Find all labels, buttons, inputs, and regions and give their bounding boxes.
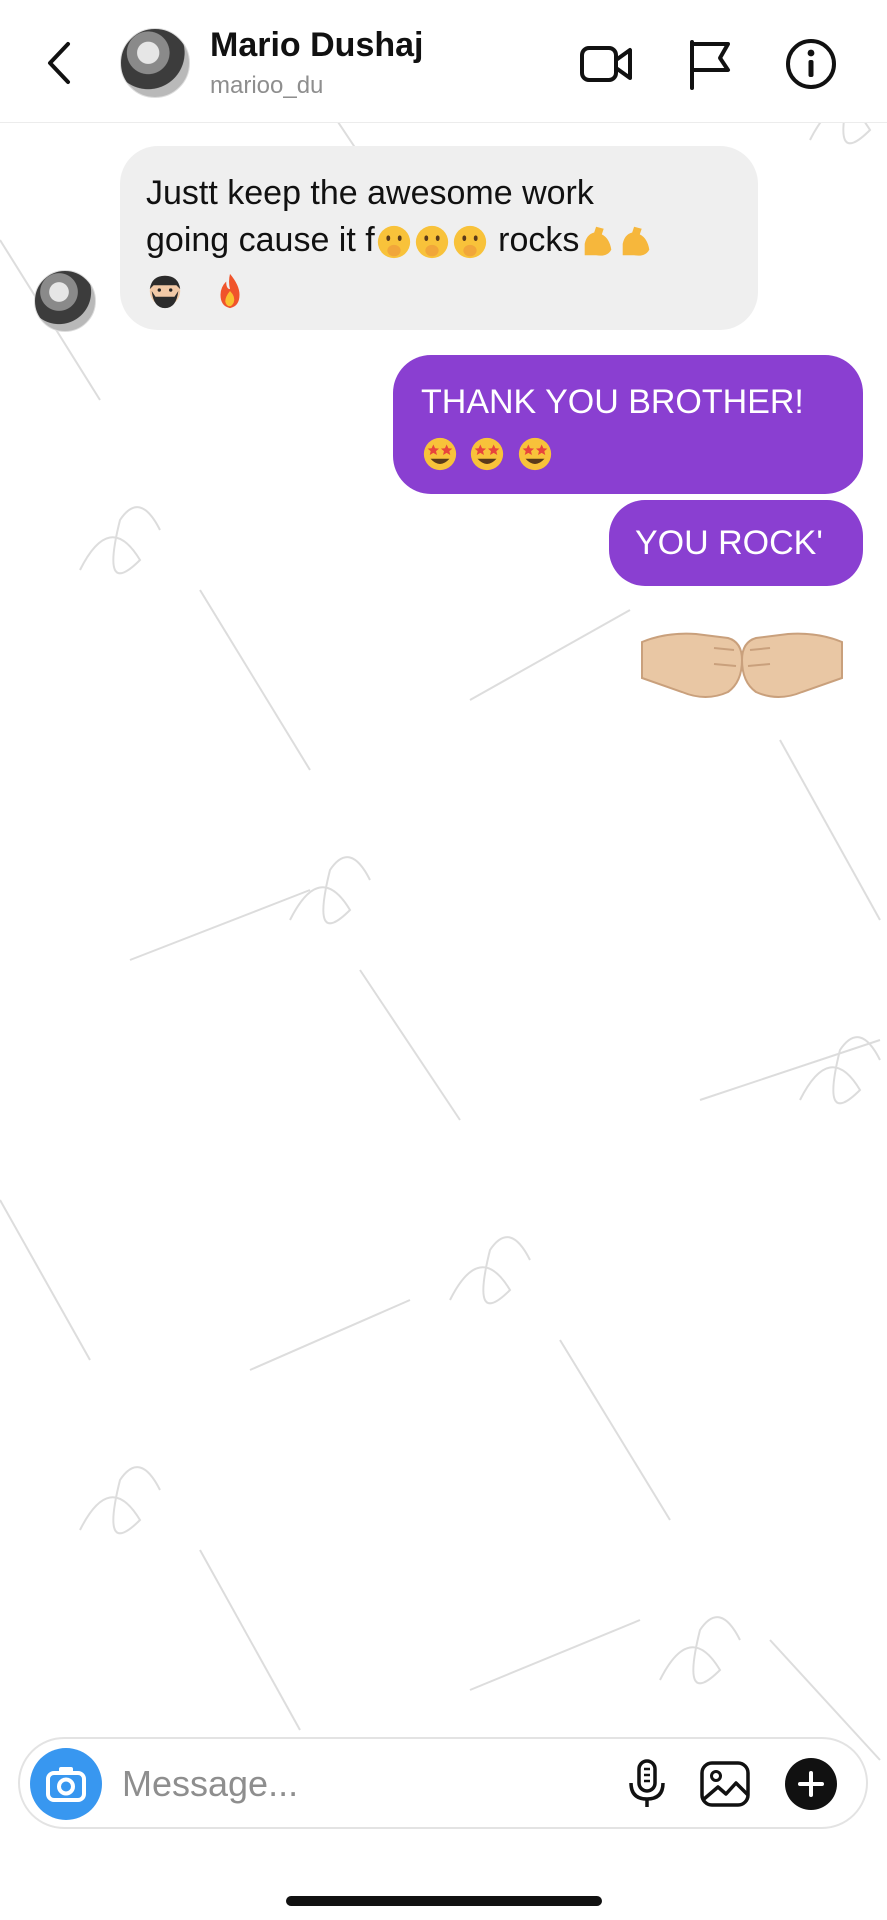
report-button[interactable] <box>682 36 738 92</box>
camera-button[interactable] <box>30 1748 102 1820</box>
flexed-biceps-icon <box>579 223 617 261</box>
chevron-left-icon <box>48 42 70 84</box>
shushing-face-icon <box>451 223 489 261</box>
contact-username: marioo_du <box>210 72 324 99</box>
video-call-icon <box>580 46 632 82</box>
fist-bump-icon[interactable] <box>636 620 848 710</box>
outgoing-message-bubble-2[interactable]: YOU ROCK' <box>609 500 863 586</box>
gallery-button[interactable] <box>696 1755 754 1813</box>
contact-name[interactable]: Mario Dushaj <box>210 26 423 65</box>
fire-icon <box>211 272 249 310</box>
outgoing-message-text-2: YOU ROCK' <box>635 524 823 562</box>
plus-icon <box>785 1758 837 1810</box>
message-input[interactable] <box>120 1755 604 1813</box>
outgoing-message-text: THANK YOU BROTHER! <box>421 383 804 421</box>
incoming-emoji-row <box>146 266 732 313</box>
voice-message-button[interactable] <box>618 1755 676 1813</box>
incoming-line-1: Justt keep the awesome work <box>146 174 594 212</box>
incoming-message-text: Justt keep the awesome work going cause … <box>146 170 732 313</box>
more-options-button[interactable] <box>782 1755 840 1813</box>
message-composer <box>18 1737 868 1829</box>
sender-avatar[interactable] <box>34 270 96 332</box>
camera-icon <box>46 1767 86 1802</box>
outgoing-message-bubble[interactable]: THANK YOU BROTHER! <box>393 355 863 494</box>
microphone-icon <box>629 1759 665 1807</box>
contact-avatar[interactable] <box>120 28 190 98</box>
star-struck-icon <box>468 435 506 473</box>
star-struck-icon <box>516 435 554 473</box>
shushing-face-icon <box>375 223 413 261</box>
incoming-message-bubble[interactable]: Justt keep the awesome work going cause … <box>120 146 758 330</box>
star-struck-icon <box>421 435 459 473</box>
back-button[interactable] <box>40 38 80 88</box>
video-call-button[interactable] <box>578 36 634 92</box>
bearded-man-icon <box>146 272 184 310</box>
flag-icon <box>690 40 730 90</box>
outgoing-emoji-row <box>421 427 835 477</box>
info-icon <box>786 39 836 89</box>
info-button[interactable] <box>783 36 839 92</box>
incoming-line-2a: going cause it f <box>146 221 375 259</box>
shushing-face-icon <box>413 223 451 261</box>
gallery-icon <box>700 1761 750 1807</box>
home-indicator[interactable] <box>286 1896 602 1906</box>
chat-header: Mario Dushaj marioo_du <box>0 0 887 123</box>
incoming-line-2b: rocks <box>488 221 580 259</box>
flexed-biceps-icon <box>617 223 655 261</box>
